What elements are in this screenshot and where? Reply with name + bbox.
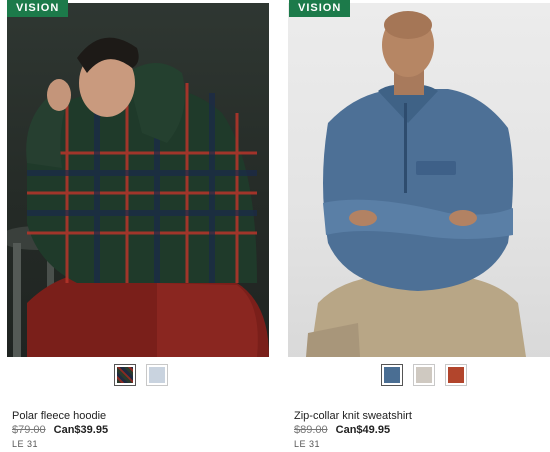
original-price: $89.00 bbox=[294, 424, 328, 436]
product-title[interactable]: Polar fleece hoodie bbox=[12, 410, 106, 422]
swatch-oatmeal[interactable] bbox=[413, 364, 435, 386]
brand-badge: VISION bbox=[7, 0, 69, 17]
swatch-blue[interactable] bbox=[381, 364, 403, 386]
price-block: $79.00 Can$39.95 bbox=[12, 424, 108, 436]
swatch-light-blue[interactable] bbox=[146, 364, 168, 386]
model-in-blue-sweatshirt-illustration bbox=[306, 11, 526, 357]
product-card-polar-fleece-hoodie[interactable]: VISION Polar fleece hoodie $79.00 Can$39.… bbox=[7, 0, 269, 452]
model-in-plaid-hoodie-illustration bbox=[7, 37, 269, 357]
product-image[interactable] bbox=[7, 3, 269, 357]
sale-price: Can$39.95 bbox=[53, 424, 109, 436]
swatch-rust[interactable] bbox=[445, 364, 467, 386]
swatch-plaid[interactable] bbox=[114, 364, 136, 386]
color-swatches bbox=[381, 364, 467, 386]
color-swatches bbox=[114, 364, 168, 386]
product-code: LE 31 bbox=[12, 439, 39, 449]
product-title[interactable]: Zip-collar knit sweatshirt bbox=[294, 410, 412, 422]
brand-badge: VISION bbox=[289, 0, 351, 17]
sale-price: Can$49.95 bbox=[335, 424, 391, 436]
product-code: LE 31 bbox=[294, 439, 321, 449]
product-card-zip-collar-knit-sweatshirt[interactable]: VISION Zip-collar knit sweatshirt $89.00… bbox=[288, 0, 550, 452]
product-image[interactable] bbox=[288, 3, 550, 357]
price-block: $89.00 Can$49.95 bbox=[294, 424, 390, 436]
original-price: $79.00 bbox=[12, 424, 46, 436]
